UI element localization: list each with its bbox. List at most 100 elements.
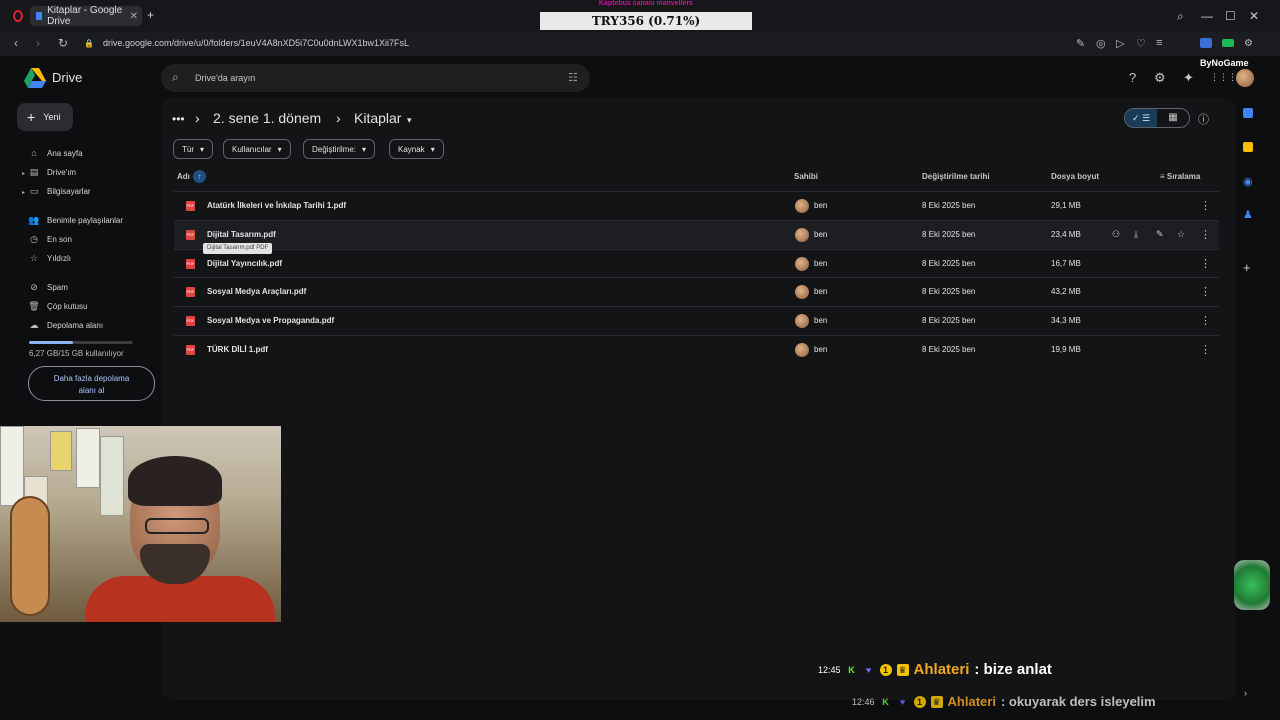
heart-badge-icon: ♥ [899, 696, 906, 707]
filter-type[interactable]: Tür ▾ [173, 139, 214, 159]
star-icon[interactable]: ☆ [1177, 229, 1185, 240]
file-name[interactable]: Dijital Tasarım.pdf [207, 230, 276, 239]
add-addon-icon[interactable]: + [1243, 260, 1251, 275]
play-icon[interactable]: ▷ [1116, 37, 1124, 50]
edit-icon[interactable]: ✎ [1076, 37, 1085, 50]
breadcrumb-more[interactable]: ••• [172, 112, 185, 126]
account-avatar[interactable] [1236, 69, 1254, 87]
sidebar-item-recent[interactable]: ◷ En son [28, 233, 72, 245]
table-row[interactable]: PDF Sosyal Medya Araçları.pdf ben 8 Eki … [174, 277, 1219, 306]
tab-close-icon[interactable]: ✕ [130, 11, 138, 22]
url-field[interactable]: drive.google.com/drive/u/0/folders/1euV4… [103, 38, 409, 48]
reload-icon[interactable]: ↻ [58, 36, 68, 50]
info-icon[interactable]: ⓘ [1198, 111, 1209, 127]
get-more-storage-button[interactable]: Daha fazla depolama alanı al [28, 366, 155, 401]
maximize-icon[interactable]: ☐ [1225, 9, 1236, 23]
minimize-icon[interactable]: — [1201, 9, 1213, 23]
column-size[interactable]: Dosya boyut [1051, 172, 1099, 181]
apps-icon[interactable]: ⋮⋮⋮ [1210, 72, 1237, 83]
opera-logo-icon[interactable] [13, 10, 23, 22]
more-actions-icon[interactable]: ⋮ [1200, 228, 1211, 241]
extension-icon[interactable] [1200, 38, 1212, 48]
breadcrumb-caret-icon[interactable]: ▾ [407, 115, 412, 126]
breadcrumb-current[interactable]: Kitaplar [354, 110, 401, 126]
help-icon[interactable]: ? [1129, 70, 1136, 85]
jar-widget [1234, 560, 1270, 610]
home-icon: ⌂ [31, 148, 37, 158]
browser-search-icon[interactable]: ⌕ [1177, 9, 1184, 24]
grid-view-icon[interactable]: ▦ [1157, 109, 1189, 127]
file-name[interactable]: TÜRK DİLİ 1.pdf [207, 345, 268, 354]
file-name[interactable]: Sosyal Medya ve Propaganda.pdf [207, 316, 334, 325]
more-actions-icon[interactable]: ⋮ [1200, 343, 1211, 356]
sidebar-item-home[interactable]: ⌂ Ana sayfa [28, 147, 82, 159]
file-name[interactable]: Sosyal Medya Araçları.pdf [207, 287, 306, 296]
settings-icon[interactable]: ⚙ [1154, 70, 1166, 86]
search-input[interactable]: Drive'da arayın [195, 73, 255, 83]
pdf-icon: PDF [186, 345, 195, 355]
sidebar-item-storage[interactable]: ☁ Depolama alanı [28, 319, 104, 331]
share-icon[interactable]: ⚇ [1112, 229, 1120, 240]
sort-options[interactable]: ≡ Sıralama [1160, 172, 1200, 181]
file-name[interactable]: Atatürk İlkeleri ve İnkılap Tarihi 1.pdf [207, 201, 346, 210]
table-row[interactable]: PDF Sosyal Medya ve Propaganda.pdf ben 8… [174, 306, 1219, 335]
new-button[interactable]: + Yeni [17, 103, 73, 131]
sidebar-item-label: Depolama alanı [47, 320, 104, 330]
sort-arrow-icon[interactable]: ↑ [193, 170, 206, 183]
keep-icon[interactable] [1243, 142, 1253, 152]
main-panel [161, 98, 1236, 700]
sidebar-item-spam[interactable]: ⊘ Spam [28, 281, 68, 293]
sidebar-item-trash[interactable]: 🗑 Çöp kutusu [28, 300, 87, 312]
expand-caret-icon[interactable]: ▸ [22, 170, 25, 177]
get-more-storage-line1: Daha fazla depolama [53, 374, 130, 383]
breadcrumb-parent[interactable]: 2. sene 1. dönem [213, 110, 321, 126]
more-actions-icon[interactable]: ⋮ [1200, 199, 1211, 212]
calendar-icon[interactable] [1243, 108, 1253, 118]
menu-icon[interactable]: ≡ [1156, 37, 1162, 49]
column-name[interactable]: Adı [177, 172, 190, 181]
download-icon[interactable]: ⤓ [1134, 229, 1138, 240]
more-actions-icon[interactable]: ⋮ [1200, 314, 1211, 327]
new-tab-icon[interactable]: + [147, 9, 157, 21]
list-view-icon[interactable]: ✓ ☰ [1125, 109, 1157, 127]
settings-extension-icon[interactable]: ⚙ [1244, 38, 1253, 49]
file-name[interactable]: Dijital Yayıncılık.pdf [207, 259, 282, 268]
camera-icon[interactable]: ◎ [1096, 37, 1106, 50]
column-modified[interactable]: Değiştirilme tarihi [922, 172, 990, 181]
search-filter-icon[interactable]: ☷ [568, 71, 578, 84]
search-icon[interactable]: ⌕ [172, 70, 179, 85]
rename-icon[interactable]: ✎ [1156, 229, 1164, 240]
table-row[interactable]: PDF Dijital Yayıncılık.pdf ben 8 Eki 202… [174, 249, 1219, 278]
drive-title[interactable]: Drive [52, 70, 82, 85]
filter-label: Kaynak [398, 144, 425, 154]
chevron-down-icon: ▾ [362, 144, 367, 154]
forward-icon[interactable]: › [36, 36, 40, 50]
filter-source[interactable]: Kaynak ▾ [389, 139, 444, 159]
sidebar-item-label: Spam [47, 282, 68, 292]
expand-panel-icon[interactable]: › [1244, 688, 1247, 698]
gemini-icon[interactable]: ✦ [1183, 70, 1194, 86]
filter-people[interactable]: Kullanıcılar ▾ [223, 139, 291, 159]
file-tooltip: Dijital Tasarım.pdf PDF [203, 243, 273, 254]
more-actions-icon[interactable]: ⋮ [1200, 257, 1211, 270]
filter-modified[interactable]: Değiştirilme: ▾ [303, 139, 376, 159]
table-row[interactable]: PDF Atatürk İlkeleri ve İnkılap Tarihi 1… [174, 191, 1219, 220]
close-window-icon[interactable]: ✕ [1249, 9, 1259, 23]
column-owner[interactable]: Sahibi [794, 172, 818, 181]
sidebar-item-shared[interactable]: 👥 Benimle paylaşılanlar [28, 214, 123, 226]
table-row[interactable]: PDF TÜRK DİLİ 1.pdf ben 8 Eki 2025 ben 1… [174, 335, 1219, 364]
browser-tab[interactable]: Kitaplar - Google Drive ✕ [30, 5, 142, 27]
back-icon[interactable]: ‹ [14, 36, 18, 50]
view-toggle[interactable]: ✓ ☰ ▦ [1124, 108, 1190, 128]
table-row[interactable]: PDF Dijital Tasarım.pdf ben 8 Eki 2025 b… [174, 220, 1219, 249]
sidebar-item-starred[interactable]: ☆ Yıldızlı [28, 252, 71, 264]
more-actions-icon[interactable]: ⋮ [1200, 285, 1211, 298]
tasks-icon[interactable]: ◉ [1243, 175, 1253, 188]
extension-green-icon[interactable] [1222, 39, 1234, 47]
expand-caret-icon[interactable]: ▸ [22, 189, 25, 196]
sidebar-item-computers[interactable]: ▭ Bilgisayarlar [28, 185, 91, 197]
contacts-icon[interactable]: ♟ [1243, 208, 1253, 221]
heart-icon[interactable]: ♡ [1136, 37, 1146, 50]
drive-logo-icon[interactable] [24, 68, 46, 88]
sidebar-item-my-drive[interactable]: ▤ Drive'ım [28, 166, 76, 178]
